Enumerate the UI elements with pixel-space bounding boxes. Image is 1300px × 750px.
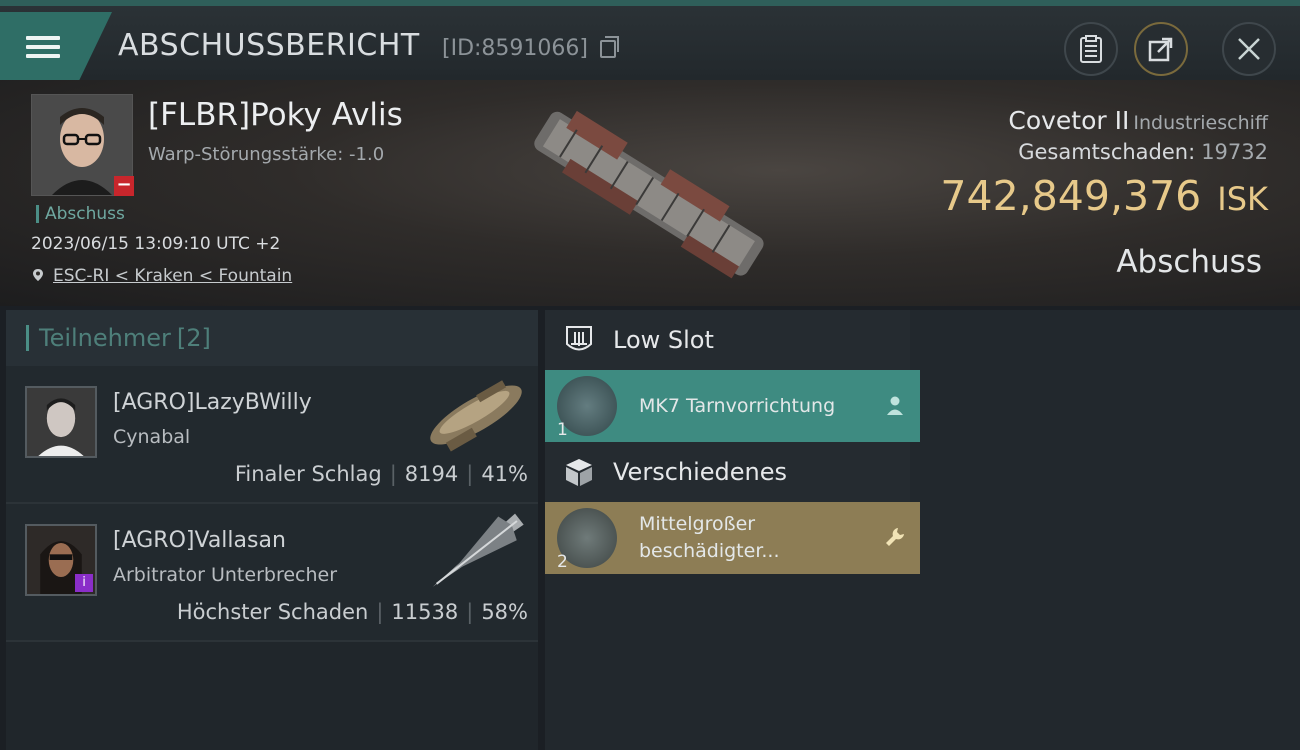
separator: | [466,600,474,624]
fitting-panel: Low Slot 1 MK7 Tarnvorrichtung Verschied… [545,310,1300,750]
ship-name: Covetor II [1008,106,1130,135]
attacker-role: Finaler Schlag [234,462,382,486]
total-damage-label: Gesamtschaden: [1018,140,1196,164]
attacker-name: [AGRO]LazyBWilly [113,390,312,415]
total-damage: Gesamtschaden: 19732 [1018,140,1268,164]
attacker-row[interactable]: [AGRO]LazyBWilly Cynabal Finaler Schlag |… [6,366,538,504]
separator: | [376,600,384,624]
kill-datetime: 2023/06/15 13:09:10 UTC +2 [31,234,281,254]
location-link[interactable]: ESC-RI < Kraken < Fountain [53,266,292,286]
menu-button[interactable] [0,12,112,82]
participants-panel: Teilnehmer [2] [AGRO]LazyBWilly Cynabal … [6,310,538,750]
item-name: MK7 Tarnvorrichtung [639,394,836,417]
separator: | [466,462,474,486]
attacker-stats: Höchster Schaden | 11538 | 58% [177,600,528,624]
low-slot-header: Low Slot [545,310,910,370]
victim-ship-image [534,110,764,279]
attacker-percent: 58% [481,600,528,624]
kill-type: Abschuss [1116,244,1262,280]
victim-name[interactable]: [FLBR]Poky Avlis [148,97,403,133]
kill-location[interactable]: ESC-RI < Kraken < Fountain [31,266,292,286]
list-item[interactable]: 2 Mittelgroßer beschädigter... [545,502,920,574]
attacker-ship-image [430,380,522,452]
wrench-icon [886,528,904,546]
corp-badge-icon: i [75,574,93,592]
header-accent-bar [26,325,29,351]
top-bar: ABSCHUSSBERICHT [ID:8591066] [0,0,1300,82]
attacker-name: [AGRO]Vallasan [113,528,286,553]
close-icon [1238,38,1260,60]
avatar[interactable] [25,386,97,458]
cargo-box-icon [566,459,592,486]
page-title: ABSCHUSSBERICHT [118,28,420,63]
attacker-portrait-image [27,388,95,456]
location-pin-icon [33,269,43,281]
total-damage-value: 19732 [1201,140,1268,164]
hamburger-icon [26,31,60,63]
ship-class: Industrieschiff [1133,112,1268,134]
clipboard-button[interactable] [1064,22,1118,76]
attacker-damage: 8194 [404,462,459,486]
victim-ship[interactable]: Covetor II Industrieschiff [1008,106,1268,135]
isk-unit: ISK [1217,180,1268,218]
isk-value-line: 742,849,376 ISK [940,172,1268,220]
attacker-ship-image [432,513,524,587]
attacker-row[interactable]: i [AGRO]Vallasan Arbitrator Unterbrecher… [6,504,538,642]
isk-value: 742,849,376 [940,172,1202,220]
copy-icon[interactable] [600,36,619,58]
attacker-percent: 41% [481,462,528,486]
attacker-ship: Arbitrator Unterbrecher [113,564,338,586]
low-slot-title: Low Slot [613,326,714,354]
kill-tag: Abschuss [36,205,125,223]
share-icon [1148,37,1173,62]
standing-badge: − [114,176,134,196]
low-slot-icon [566,326,592,351]
participants-title: Teilnehmer [39,324,171,352]
item-quantity: 2 [557,552,568,572]
misc-title: Verschiedenes [613,458,788,486]
close-button[interactable] [1222,22,1276,76]
participants-header: Teilnehmer [2] [6,310,538,366]
misc-header: Verschiedenes [545,442,910,502]
attacker-stats: Finaler Schlag | 8194 | 41% [235,462,528,486]
item-name: Mittelgroßer beschädigter... [639,513,780,562]
attacker-ship: Cynabal [113,426,191,448]
clipboard-icon [1080,35,1102,63]
report-id: [ID:8591066] [442,36,588,61]
share-button[interactable] [1134,22,1188,76]
warp-strength: Warp-Störungsstärke: -1.0 [148,144,385,165]
list-item[interactable]: 1 MK7 Tarnvorrichtung [545,370,920,442]
fitted-person-icon [887,396,903,415]
attacker-damage: 11538 [391,600,459,624]
attacker-role: Höchster Schaden [176,600,369,624]
avatar[interactable]: i [25,524,97,596]
separator: | [389,462,397,486]
item-quantity: 1 [557,420,568,440]
participants-count: [2] [176,324,211,352]
